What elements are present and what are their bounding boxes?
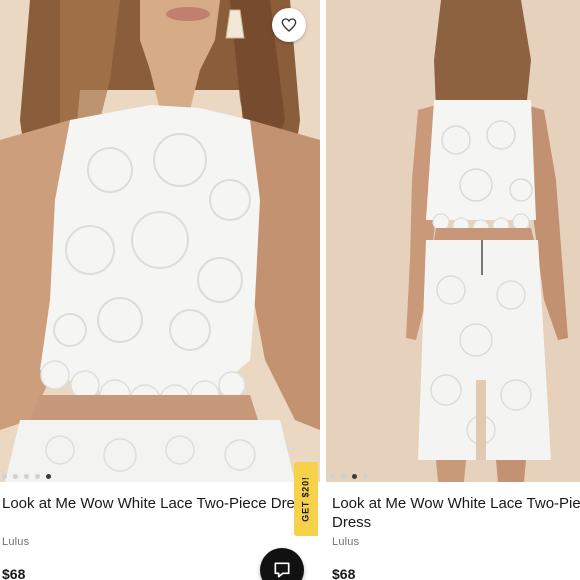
listing-card[interactable]: Look at Me Wow White Lace Two-Piece Dres… [326, 0, 580, 580]
carousel-dot[interactable] [24, 474, 29, 479]
promo-label: GET $20! [301, 476, 312, 522]
carousel-dots [330, 474, 368, 479]
carousel-dot[interactable] [13, 474, 18, 479]
carousel-dot[interactable] [341, 474, 346, 479]
listing-title[interactable]: Look at Me Wow White Lace Two-Piece Dres… [2, 494, 314, 513]
listing-photo-back[interactable] [326, 0, 580, 482]
listing-price: $68 [2, 566, 26, 580]
listing-title[interactable]: Look at Me Wow White Lace Two-Piece Dres… [332, 494, 580, 532]
carousel-dot[interactable] [363, 474, 368, 479]
carousel-dot-active[interactable] [352, 474, 357, 479]
promo-tab[interactable]: GET $20! [294, 462, 318, 536]
listing-brand[interactable]: Lulus [2, 536, 29, 548]
carousel-dot[interactable] [2, 474, 7, 479]
listing-card[interactable]: Look at Me Wow White Lace Two-Piece Dres… [0, 0, 320, 580]
listing-carousel: Look at Me Wow White Lace Two-Piece Dres… [0, 0, 580, 580]
heart-icon [281, 18, 297, 32]
carousel-dot-active[interactable] [46, 474, 51, 479]
like-button[interactable] [272, 8, 306, 42]
carousel-dot[interactable] [35, 474, 40, 479]
listing-photo-front[interactable] [0, 0, 320, 482]
carousel-dots [2, 474, 51, 479]
lace-top-front-photo [0, 0, 320, 482]
carousel-dot[interactable] [330, 474, 335, 479]
listing-brand[interactable]: Lulus [332, 536, 359, 548]
listing-price: $68 [332, 566, 356, 580]
lace-dress-back-photo [326, 0, 580, 482]
chat-bubble-icon [274, 562, 290, 578]
